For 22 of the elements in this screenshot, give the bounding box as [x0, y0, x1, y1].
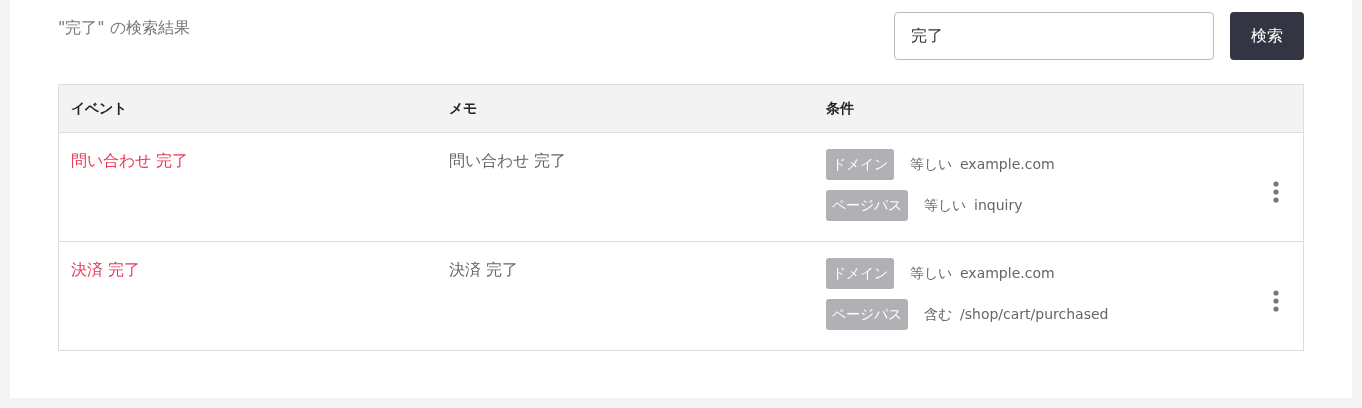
condition-value: example.com [960, 155, 1055, 174]
event-link[interactable]: 決済 完了 [71, 260, 141, 279]
event-link[interactable]: 問い合わせ 完了 [71, 151, 189, 170]
condition-operator: 等しい [924, 196, 966, 215]
condition-value: example.com [960, 264, 1055, 283]
column-header: メモ [449, 100, 477, 116]
condition-value: inquiry [974, 196, 1023, 215]
results-heading: "完了" の検索結果 [58, 17, 190, 39]
search-button[interactable]: 検索 [1230, 12, 1304, 60]
condition-operator: 等しい [910, 155, 952, 174]
condition-operator: 等しい [910, 264, 952, 283]
condition-value: /shop/cart/purchased [960, 305, 1109, 324]
column-header: 条件 [826, 100, 854, 116]
search-field[interactable]: 完了 [894, 12, 1214, 60]
memo-text: 問い合わせ 完了 [449, 151, 567, 170]
condition-operator: 含む [924, 305, 952, 324]
memo-text: 決済 完了 [449, 260, 519, 279]
condition-tag: ドメイン [826, 258, 894, 289]
condition-tag: ページパス [826, 299, 908, 330]
column-header: イベント [71, 100, 127, 116]
condition-tag: ドメイン [826, 149, 894, 180]
condition-tag: ページパス [826, 190, 908, 221]
